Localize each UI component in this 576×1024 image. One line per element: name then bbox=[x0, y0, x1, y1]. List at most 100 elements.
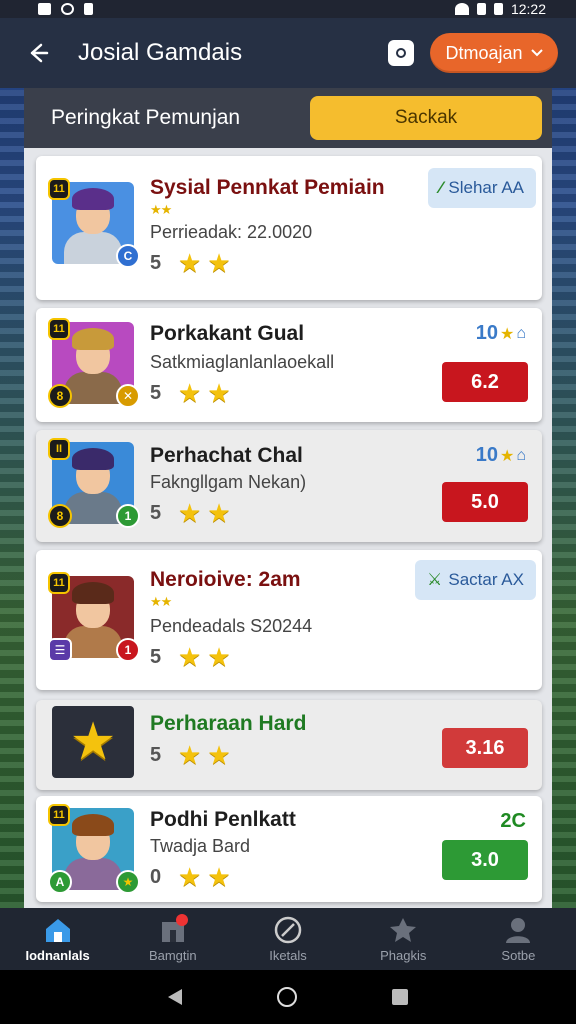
nav-item-store[interactable]: Bamgtin bbox=[115, 908, 230, 970]
player-card[interactable]: 11 C Sysial Pennkat Pemiain ★★ Perrieada… bbox=[36, 156, 542, 300]
small-stars: ★★ bbox=[150, 594, 172, 609]
chevron-down-icon bbox=[530, 49, 543, 57]
star-icon: ★ bbox=[207, 740, 231, 770]
status-tag-label: Sactar AX bbox=[448, 570, 524, 589]
score-badge: 3.0 bbox=[442, 840, 528, 880]
star-tile-icon: ★ bbox=[52, 706, 134, 778]
score-badge: 3.16 bbox=[442, 728, 528, 768]
level-badge: ☰ bbox=[48, 638, 72, 662]
nav-label: Iodnanlals bbox=[25, 947, 90, 963]
camera-button[interactable] bbox=[388, 40, 414, 66]
level-value: 10 bbox=[475, 444, 498, 466]
star-icon: ★ bbox=[178, 862, 202, 892]
class-badge: 1 bbox=[116, 504, 140, 528]
mode-dropdown[interactable]: Dtmoajan bbox=[430, 33, 558, 73]
player-name: Porkakant Gual bbox=[150, 322, 305, 345]
rank-badge: 11 bbox=[48, 572, 70, 594]
player-card[interactable]: 11 A ★ Podhi Penlkatt Twadja Bard 0 ★ ★ … bbox=[36, 796, 542, 902]
arrow-left-icon bbox=[30, 43, 49, 63]
nav-label: Bamgtin bbox=[148, 947, 197, 963]
small-stars: ★★ bbox=[150, 202, 172, 217]
score-badge: 6.2 bbox=[442, 362, 528, 402]
star-icon: ★ bbox=[178, 248, 202, 278]
class-badge: ✕ bbox=[116, 384, 140, 408]
rank-badge: 11 bbox=[48, 178, 70, 200]
player-subline: Fakngllgam Nekan) bbox=[150, 472, 307, 492]
rating-row: 5 ★ ★ bbox=[150, 644, 231, 670]
home-icon bbox=[43, 916, 73, 944]
rating-row: 5 ★ ★ bbox=[150, 742, 231, 768]
player-subline: Pendeadals S20244 bbox=[150, 616, 313, 636]
star-icon: ★ bbox=[178, 740, 202, 770]
status-tag-button[interactable]: ⁄ Slehar AA bbox=[427, 168, 536, 208]
sync-icon bbox=[61, 3, 74, 15]
player-subline: Satkmiaglanlanlaoekall bbox=[150, 352, 335, 372]
rank-badge: 11 bbox=[48, 318, 70, 340]
rating-row: 5 ★ ★ bbox=[150, 250, 231, 276]
level-badge: 8 bbox=[48, 384, 72, 408]
star-icon: ★ bbox=[207, 642, 231, 672]
rank-badge: II bbox=[48, 438, 70, 460]
rating-number: 5 bbox=[150, 743, 162, 766]
player-card[interactable]: ★ Perharaan Hard 5 ★ ★ 3.16 bbox=[36, 700, 542, 790]
app-bar: Josial Gamdais Dtmoajan bbox=[0, 18, 576, 88]
star-icon: ★ bbox=[178, 642, 202, 672]
trophy-icon: ⌂ bbox=[516, 324, 526, 342]
player-avatar: 11 8 ✕ bbox=[48, 318, 140, 408]
level-indicator: 2C bbox=[500, 810, 526, 833]
player-card[interactable]: 11 8 ✕ Porkakant Gual Satkmiaglanlanlaoe… bbox=[36, 308, 542, 422]
system-back-icon[interactable] bbox=[167, 989, 182, 1005]
star-icon: ★ bbox=[207, 862, 231, 892]
player-avatar: 11 A ★ bbox=[48, 804, 140, 894]
star-icon: ★ bbox=[207, 248, 231, 278]
status-tag-button[interactable]: ⚔ Sactar AX bbox=[415, 560, 536, 600]
star-icon: ★ bbox=[499, 325, 515, 343]
nav-label: Sotbe bbox=[501, 947, 536, 963]
player-name: Sysial Pennkat Pemiain bbox=[150, 176, 385, 199]
rating-number: 5 bbox=[150, 645, 162, 668]
compass-icon bbox=[273, 916, 303, 944]
nav-item-home[interactable]: Iodnanlals bbox=[0, 908, 115, 970]
rank-badge: 11 bbox=[48, 804, 70, 826]
system-recents-icon[interactable] bbox=[392, 989, 409, 1005]
star-icon: ★ bbox=[178, 498, 202, 528]
star-icon: ★ bbox=[207, 498, 231, 528]
battery-icon bbox=[493, 3, 503, 15]
nav-item-badges[interactable]: Phagkis bbox=[346, 908, 461, 970]
search-button[interactable]: Sackak bbox=[310, 96, 542, 140]
profile-icon bbox=[503, 916, 533, 944]
star-icon: ★ bbox=[178, 378, 202, 408]
leaderboard-header: Peringkat Pemunjan Sackak bbox=[24, 88, 552, 148]
nav-item-profile[interactable]: Sotbe bbox=[461, 908, 576, 970]
notification-icon bbox=[38, 3, 51, 15]
class-badge: 1 bbox=[116, 638, 140, 662]
player-card[interactable]: 11 ☰ 1 Neroioive: 2am ★★ Pendeadals S202… bbox=[36, 550, 542, 690]
nav-label: Iketals bbox=[269, 947, 307, 963]
signal-icon bbox=[476, 3, 486, 15]
player-avatar: 11 ☰ 1 bbox=[48, 572, 140, 662]
player-card[interactable]: II 8 1 Perhachat Chal Fakngllgam Nekan) … bbox=[36, 430, 542, 542]
level-value: 2C bbox=[500, 810, 526, 832]
nav-item-compass[interactable]: Iketals bbox=[230, 908, 345, 970]
player-name: Neroioive: 2am bbox=[150, 568, 301, 591]
back-button[interactable] bbox=[18, 33, 58, 73]
rating-number: 5 bbox=[150, 381, 162, 404]
player-list: 11 C Sysial Pennkat Pemiain ★★ Perrieada… bbox=[24, 148, 552, 908]
rating-number: 0 bbox=[150, 865, 162, 888]
star-icon: ★ bbox=[499, 447, 515, 465]
player-subline: Twadja Bard bbox=[150, 836, 251, 856]
level-value: 10 bbox=[475, 322, 498, 344]
player-name: Perhachat Chal bbox=[150, 444, 303, 467]
class-badge: C bbox=[116, 244, 140, 268]
nav-label: Phagkis bbox=[380, 947, 427, 963]
rating-row: 0 ★ ★ bbox=[150, 864, 231, 890]
trophy-icon: ⌂ bbox=[516, 446, 526, 464]
player-avatar: 11 C bbox=[48, 178, 140, 268]
status-time: 12:22 bbox=[510, 1, 546, 17]
bottom-navigation: Iodnanlals Bamgtin Iketals Phagkis Sotbe bbox=[0, 908, 576, 970]
badge-icon bbox=[388, 916, 418, 944]
player-subline: Perrieadak: 22.0020 bbox=[150, 222, 313, 242]
system-home-icon[interactable] bbox=[276, 987, 297, 1007]
status-bar: 12:22 bbox=[0, 0, 576, 18]
level-indicator: 10 ★ ⌂ bbox=[476, 444, 526, 467]
